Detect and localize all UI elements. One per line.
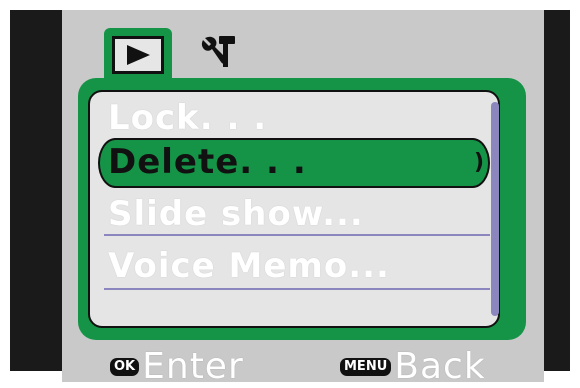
selection-bracket-icon: ) [473,150,484,175]
camera-screen: Lock. . . Delete. . . ) Slide show... Vo… [0,0,580,387]
menu-item-label: Slide show... [108,194,364,234]
play-icon [127,45,150,65]
menu-item-label: Lock. . . [108,98,268,138]
ok-key-icon: OK [110,358,140,376]
enter-label: Enter [142,346,244,387]
menu-item-slide-show[interactable]: Slide show... [98,190,490,240]
tools-icon [201,36,235,67]
screen-bezel-left [10,10,62,371]
menu-item-voice-memo[interactable]: Voice Memo... [98,242,490,292]
enter-hint: OK Enter [110,346,244,388]
menu-item-label: Delete. . . [108,142,307,182]
menu-separator [104,288,490,290]
menu-item-label: Voice Memo... [108,246,390,286]
menu-item-lock[interactable]: Lock. . . [98,94,490,144]
menu-item-delete[interactable]: Delete. . . ) [98,138,490,188]
menu-scrollbar[interactable] [491,102,499,316]
back-label: Back [394,346,486,387]
menu-separator [104,234,490,236]
tab-settings[interactable] [194,32,242,72]
lcd-display: Lock. . . Delete. . . ) Slide show... Vo… [62,10,544,387]
back-hint: MENU Back [340,346,486,388]
screen-bezel-right [544,10,570,371]
play-icon-frame [112,36,164,74]
menu-key-icon: MENU [340,358,392,376]
